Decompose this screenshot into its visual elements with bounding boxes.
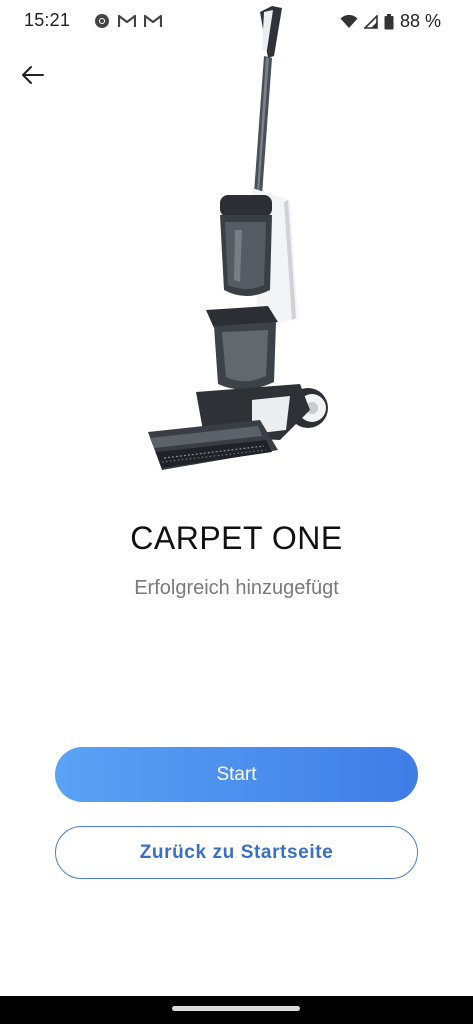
signal-icon [363, 14, 378, 29]
battery-percent: 88 % [399, 11, 441, 31]
chrome-icon [95, 14, 109, 28]
system-indicators: 88 % [340, 11, 441, 32]
gmail-icon [118, 14, 136, 27]
back-button[interactable] [16, 60, 50, 90]
success-message: Erfolgreich hinzugefügt [134, 577, 339, 599]
status-time: 15:21 [24, 10, 71, 30]
arrow-left-icon [22, 66, 44, 84]
home-indicator[interactable] [172, 1006, 300, 1011]
wifi-icon [340, 14, 358, 28]
navigation-bar [0, 996, 473, 1024]
battery-icon [384, 13, 394, 29]
back-to-home-button[interactable]: Zurück zu Startseite [55, 826, 418, 879]
device-name: CARPET ONE [130, 520, 343, 556]
wet-dry-vacuum-image [148, 6, 328, 470]
start-button[interactable]: Start [55, 747, 418, 802]
